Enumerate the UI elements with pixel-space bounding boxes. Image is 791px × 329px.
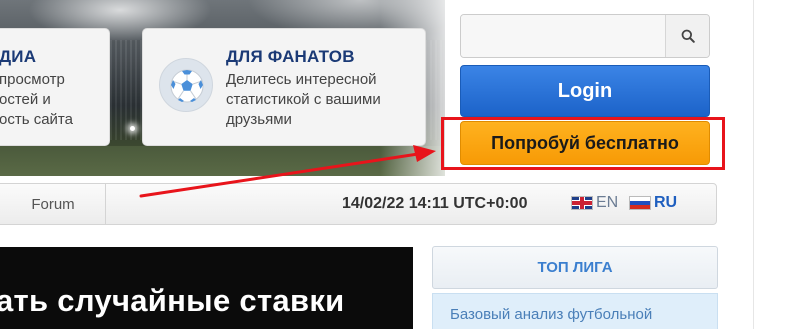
nav-bar: Forum 14/02/22 14:11 UTC+0:00 EN RU xyxy=(0,183,717,225)
search-icon xyxy=(681,29,695,43)
top-league-link[interactable]: Базовый анализ футбольной xyxy=(450,305,705,325)
promo-banner[interactable]: ать случайные ставки xyxy=(0,247,413,329)
uk-flag-icon xyxy=(571,196,593,210)
feature-card-line: просмотр xyxy=(0,71,65,88)
promo-banner-text: ать случайные ставки xyxy=(0,283,345,318)
language-label: RU xyxy=(654,194,678,211)
football-icon xyxy=(159,58,213,112)
nav-item-forum[interactable]: Forum xyxy=(1,184,106,224)
search-box xyxy=(460,14,710,58)
language-label: EN xyxy=(596,194,619,211)
language-ru[interactable]: RU xyxy=(629,194,677,212)
stadium-pitch xyxy=(0,146,445,176)
feature-card-description: просмотр остей и ость сайта xyxy=(0,70,109,130)
feature-card-fans[interactable]: ДЛЯ ФАНАТОВ Делитесь интересной статисти… xyxy=(142,28,426,146)
top-league-body: Базовый анализ футбольной xyxy=(432,293,718,329)
feature-card-line: остей и xyxy=(0,91,51,108)
feature-card-title: ДИА xyxy=(0,47,37,66)
language-en[interactable]: EN xyxy=(571,194,618,212)
current-datetime: 14/02/22 14:11 UTC+0:00 xyxy=(342,195,528,212)
search-input[interactable] xyxy=(461,15,665,57)
search-button[interactable] xyxy=(665,15,709,57)
try-free-button[interactable]: Попробуй бесплатно xyxy=(460,121,710,165)
ru-flag-icon xyxy=(629,196,651,210)
page-edge xyxy=(753,0,754,329)
feature-card-line: ость сайта xyxy=(0,111,73,128)
login-button[interactable]: Login xyxy=(460,65,710,117)
feature-card-title: ДЛЯ ФАНАТОВ xyxy=(226,47,355,66)
feature-card-media[interactable]: ДИА просмотр остей и ость сайта xyxy=(0,28,110,146)
top-league-header[interactable]: ТОП ЛИГА xyxy=(432,246,718,289)
feature-card-description: Делитесь интересной статистикой с вашими… xyxy=(226,71,381,128)
